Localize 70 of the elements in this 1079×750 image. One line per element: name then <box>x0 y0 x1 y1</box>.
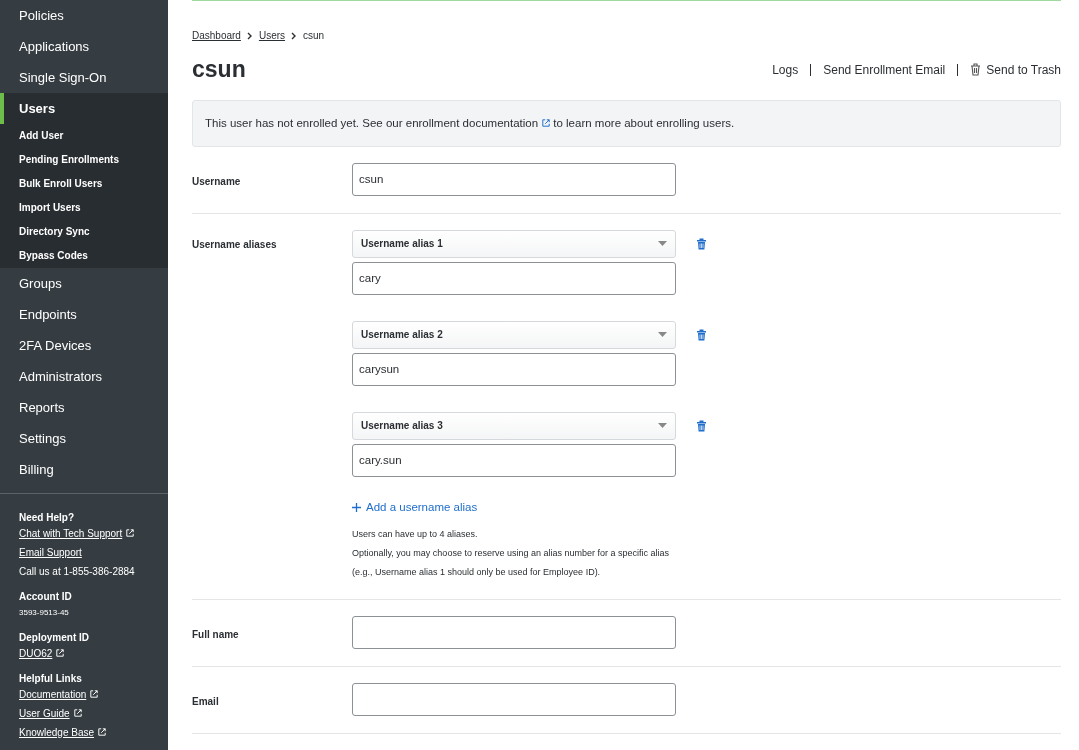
nav-item[interactable]: Applications <box>0 31 168 62</box>
nav-item[interactable]: Endpoints <box>0 299 168 330</box>
help-text: (e.g., Username alias 1 should only be used for Employee ID). <box>352 565 602 579</box>
sub-nav-item[interactable]: Bypass Codes <box>0 244 168 268</box>
nav-item[interactable]: Administrators <box>0 361 168 392</box>
external-link-icon <box>56 649 65 657</box>
nav-item[interactable]: Single Sign-On <box>0 62 168 93</box>
external-link-icon <box>542 118 551 127</box>
alias-dropdown[interactable]: Username alias 2 <box>352 320 676 349</box>
help-heading: Deployment ID <box>19 631 90 644</box>
breadcrumb-link[interactable]: Dashboard <box>192 28 241 43</box>
field-label: Username aliases <box>192 237 278 252</box>
help-link[interactable]: DUO62 <box>19 648 65 659</box>
action-link[interactable]: Send to Trash <box>970 60 1061 79</box>
help-heading: Helpful Links <box>19 672 83 685</box>
alias-dropdown[interactable]: Username alias 3 <box>352 411 676 440</box>
page-title: csun <box>192 56 246 84</box>
phone-text: Call us at 1-855-386-2884 <box>19 565 136 578</box>
input-field[interactable]: cary.sun <box>352 443 676 477</box>
add-alias-link[interactable]: Add a username alias <box>352 498 478 516</box>
input-field[interactable]: csun <box>352 162 676 196</box>
breadcrumb-current: csun <box>303 29 325 43</box>
alias-dropdown[interactable]: Username alias 1 <box>352 229 676 258</box>
caret-icon <box>658 241 667 247</box>
help-link[interactable]: Chat with Tech Support <box>19 528 135 539</box>
input-field[interactable] <box>352 615 676 649</box>
chevron-icon <box>246 31 253 40</box>
help-heading: Need Help? <box>19 511 75 524</box>
nav-item[interactable]: Policies <box>0 0 168 31</box>
field-label: Username <box>192 174 242 189</box>
notice-text: This user has not enrolled yet. See our enrollment documentation to learn more about enrolling users. <box>192 99 1061 147</box>
field-label: Full name <box>192 627 240 642</box>
help-heading: Account ID <box>19 590 73 603</box>
nav-item[interactable]: Billing <box>0 454 168 485</box>
breadcrumb-link[interactable]: Users <box>258 28 286 43</box>
trash-icon[interactable] <box>696 419 707 432</box>
help-link[interactable]: Email Support <box>19 547 82 558</box>
sub-nav-item[interactable]: Pending Enrollments <box>0 148 168 172</box>
sub-nav-item[interactable]: Import Users <box>0 196 168 220</box>
help-link[interactable]: Documentation <box>19 689 99 700</box>
action-link[interactable]: Logs <box>772 60 799 79</box>
nav-item[interactable]: Reports <box>0 392 168 423</box>
sub-nav-item[interactable]: Bulk Enroll Users <box>0 172 168 196</box>
input-field[interactable]: carysun <box>352 352 676 386</box>
external-link-icon <box>98 728 107 736</box>
nav-item[interactable]: 2FA Devices <box>0 330 168 361</box>
input-field[interactable] <box>352 682 676 716</box>
doc-link[interactable]: enrollment documentation <box>405 116 551 129</box>
action-link[interactable]: Send Enrollment Email <box>823 60 946 79</box>
trash-icon[interactable] <box>696 237 707 250</box>
trash-icon[interactable] <box>696 328 707 341</box>
chevron-icon <box>291 31 298 40</box>
help-link[interactable]: User Guide <box>19 708 82 719</box>
external-link-icon <box>73 709 82 717</box>
sub-nav-item[interactable]: Directory Sync <box>0 220 168 244</box>
external-link-icon <box>126 529 135 537</box>
input-field[interactable]: cary <box>352 261 676 295</box>
external-link-icon <box>90 690 99 698</box>
nav-item[interactable]: Settings <box>0 423 168 454</box>
plus-icon <box>352 502 361 512</box>
help-text: Users can have up to 4 aliases. <box>352 527 479 541</box>
caret-icon <box>658 423 667 429</box>
trash-icon <box>970 63 982 77</box>
nav-item[interactable]: Groups <box>0 268 168 299</box>
sub-nav-item[interactable]: Add User <box>0 124 168 148</box>
account-id: 3593-9513-45 <box>19 607 70 619</box>
help-link[interactable]: Knowledge Base <box>19 727 107 738</box>
caret-icon <box>658 332 667 338</box>
help-text: Optionally, you may choose to reserve using an alias number for a specific alias <box>352 546 670 560</box>
field-label: Email <box>192 694 220 709</box>
